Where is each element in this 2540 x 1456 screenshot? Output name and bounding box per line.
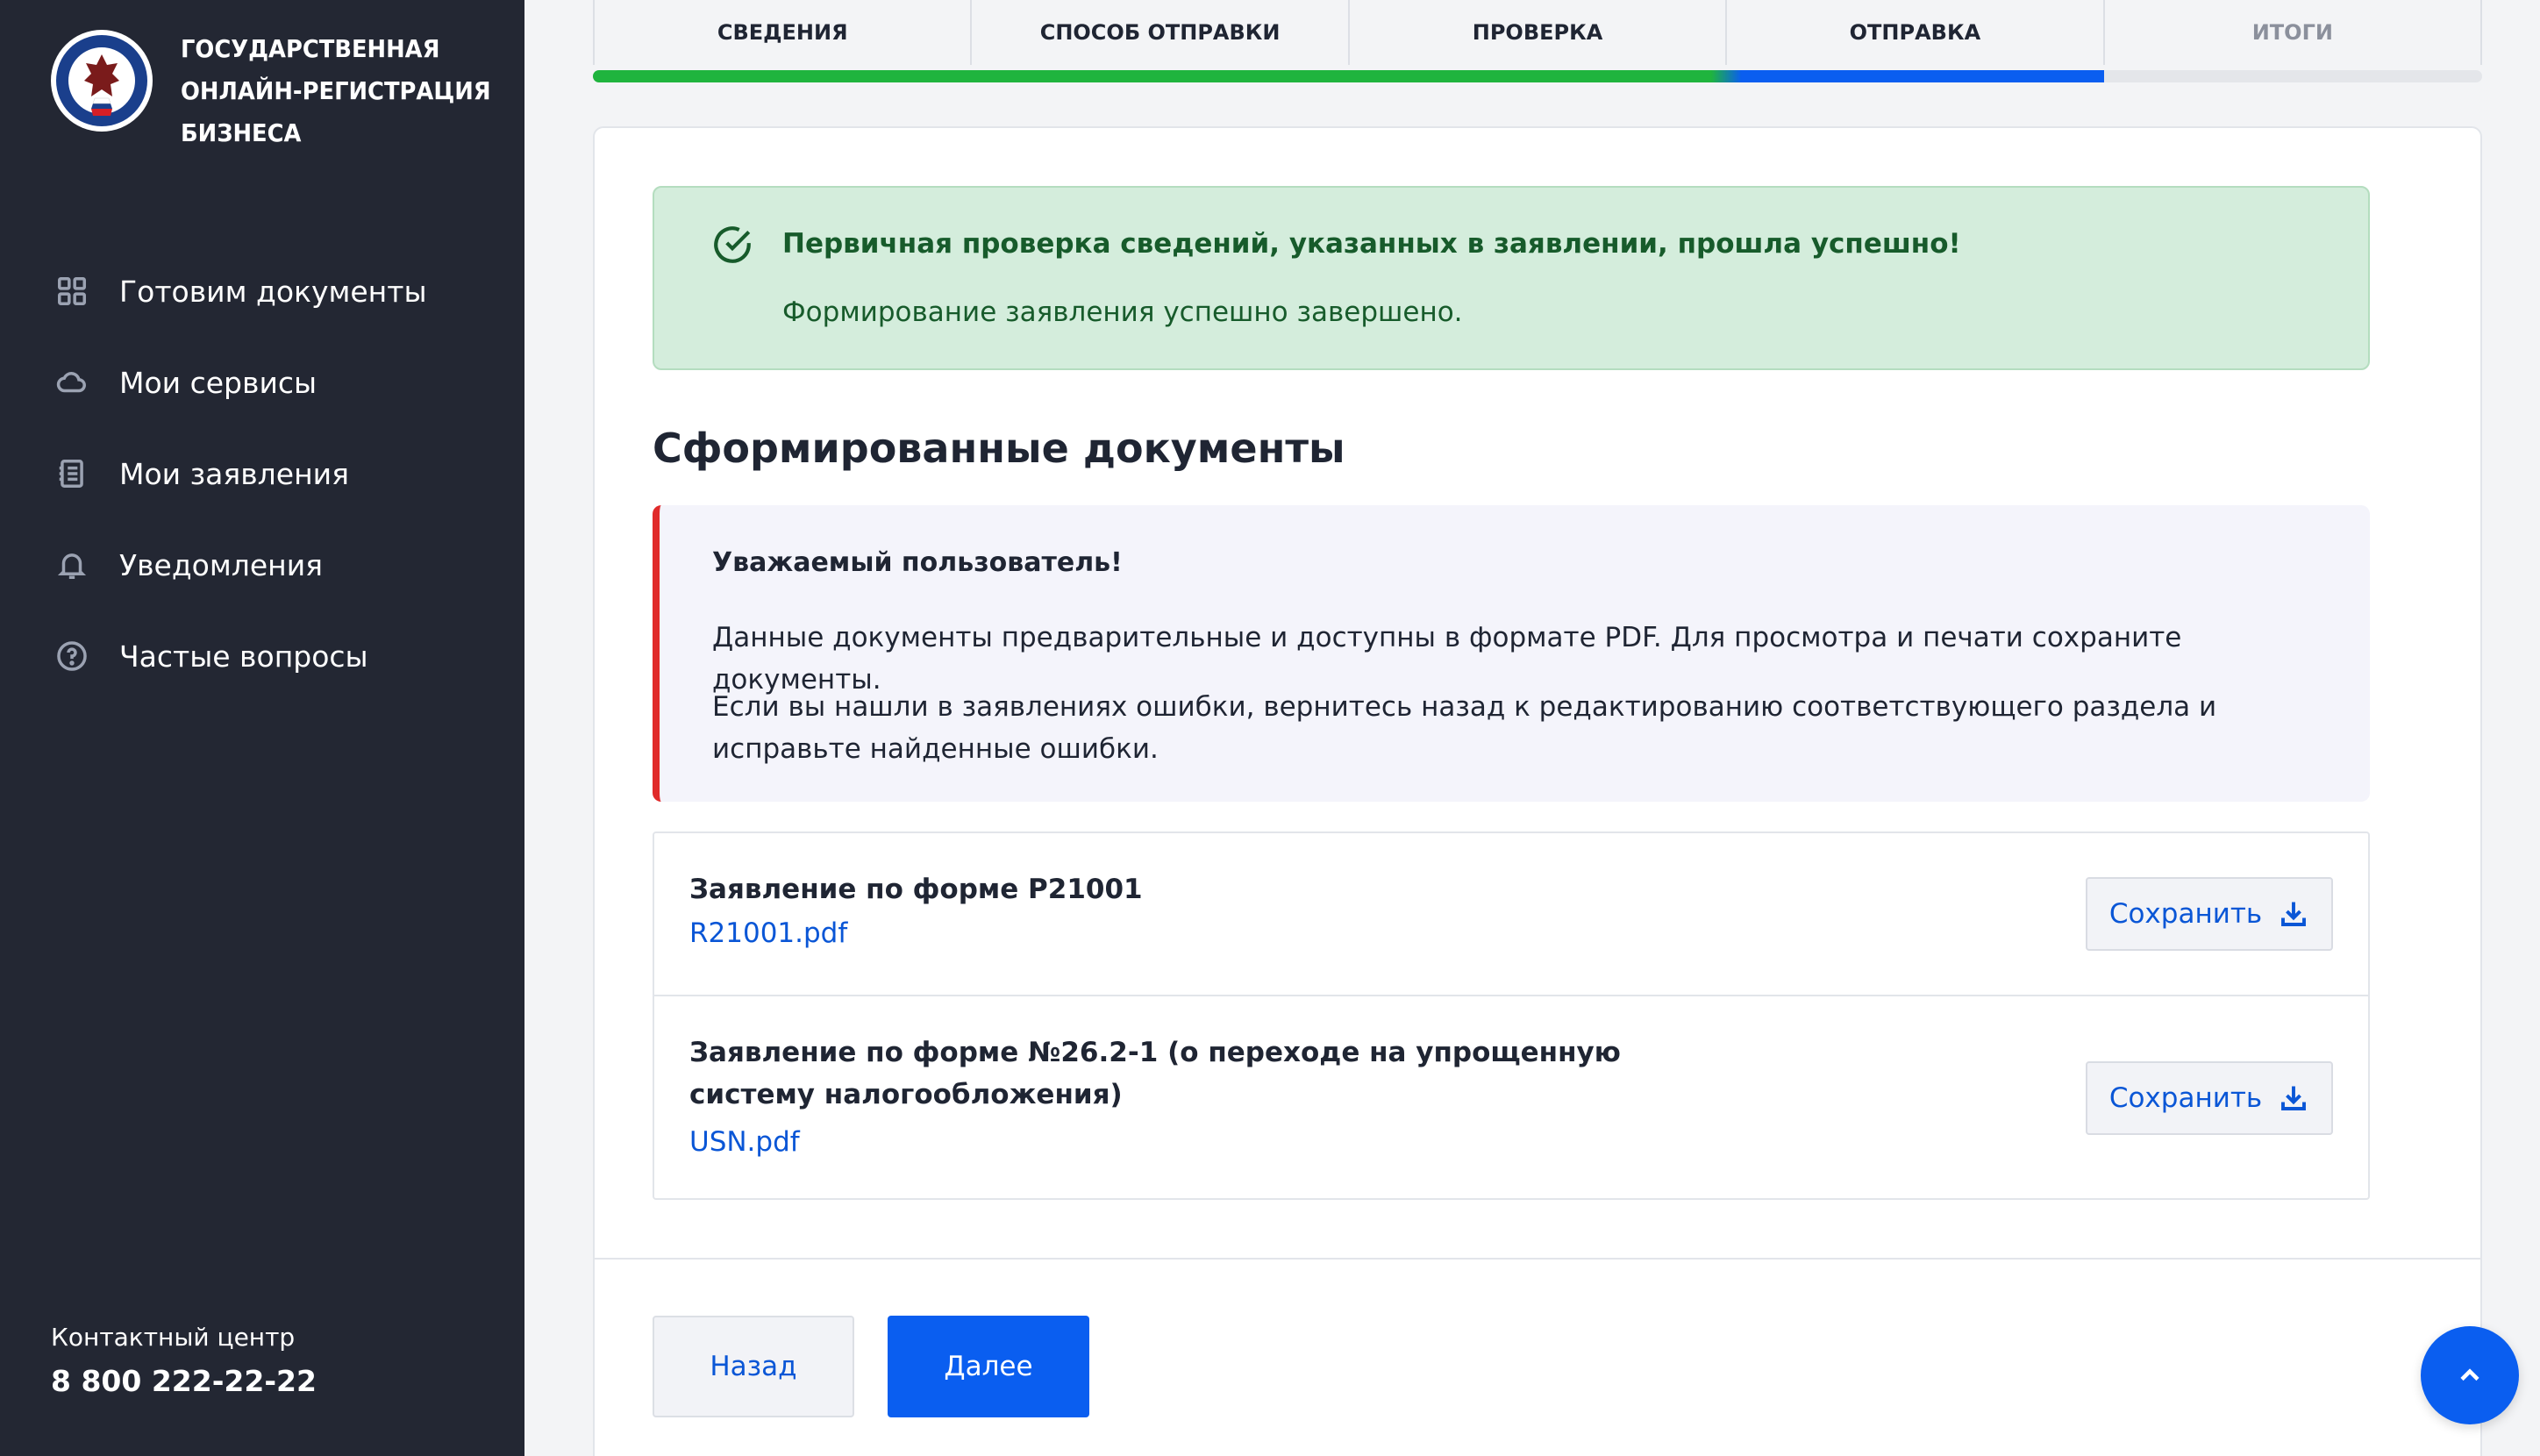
sidebar-item-label: Уведомления	[119, 547, 324, 582]
step-delivery-method[interactable]: СПОСОБ ОТПРАВКИ	[972, 0, 1350, 65]
notice-paragraph: Если вы нашли в заявлениях ошибки, верни…	[712, 691, 2217, 765]
progress-bar	[593, 70, 2482, 82]
step-info[interactable]: СВЕДЕНИЯ	[593, 0, 973, 65]
save-button[interactable]: Сохранить	[2086, 877, 2333, 951]
download-icon	[2278, 1082, 2309, 1114]
sidebar-item-my-services[interactable]: Мои сервисы	[0, 337, 524, 428]
step-check[interactable]: ПРОВЕРКА	[1350, 0, 1728, 65]
scroll-to-top-button[interactable]	[2421, 1326, 2519, 1424]
notice-heading: Уважаемый пользователь!	[712, 547, 1123, 578]
success-alert: Первичная проверка сведений, указанных в…	[653, 186, 2370, 370]
step-sending[interactable]: ОТПРАВКА	[1727, 0, 2105, 65]
sidebar-nav: Готовим документы Мои сервисы Мои заявле…	[0, 246, 524, 702]
question-icon	[54, 639, 89, 674]
fns-emblem-icon	[51, 30, 153, 132]
step-results: ИТОГИ	[2105, 0, 2483, 65]
document-list-icon	[54, 456, 89, 491]
divider	[595, 1258, 2480, 1260]
section-title: Сформированные документы	[653, 425, 1345, 472]
success-text: Формирование заявления успешно завершено…	[782, 296, 1463, 328]
brand-title-line: БИЗНЕСА	[181, 118, 302, 147]
success-title: Первичная проверка сведений, указанных в…	[782, 228, 1961, 260]
brand-title-line: ОНЛАЙН-РЕГИСТРАЦИЯ	[181, 76, 491, 105]
contact-center: Контактный центр 8 800 222-22-22	[51, 1323, 317, 1398]
contact-label: Контактный центр	[51, 1323, 296, 1352]
sidebar-item-label: Мои сервисы	[119, 365, 318, 400]
document-file-link[interactable]: R21001.pdf	[689, 917, 847, 949]
sidebar-item-label: Частые вопросы	[119, 639, 368, 674]
grid-icon	[54, 274, 89, 309]
document-title: Заявление по форме Р21001	[689, 874, 1143, 905]
bell-icon	[54, 547, 89, 582]
cloud-icon	[54, 365, 89, 400]
next-button[interactable]: Далее	[888, 1316, 1089, 1417]
save-button-label: Сохранить	[2108, 898, 2263, 930]
save-button-label: Сохранить	[2108, 1082, 2263, 1114]
back-button[interactable]: Назад	[653, 1316, 854, 1417]
brand-title: ГОСУДАРСТВЕННАЯ ОНЛАЙН-РЕГИСТРАЦИЯ БИЗНЕ…	[181, 28, 519, 154]
sidebar-item-my-applications[interactable]: Мои заявления	[0, 428, 524, 519]
main-card: Первичная проверка сведений, указанных в…	[593, 126, 2482, 1456]
documents-list: Заявление по форме Р21001 R21001.pdf Сох…	[653, 831, 2370, 1200]
sidebar-item-label: Мои заявления	[119, 456, 349, 491]
document-file-link[interactable]: USN.pdf	[689, 1126, 800, 1158]
progress-fill	[593, 70, 2105, 82]
sidebar-item-prepare-documents[interactable]: Готовим документы	[0, 246, 524, 337]
notice-box: Уважаемый пользователь! Данные документы…	[653, 505, 2370, 802]
brand-title-line: ГОСУДАРСТВЕННАЯ	[181, 34, 440, 63]
sidebar: ГОСУДАРСТВЕННАЯ ОНЛАЙН-РЕГИСТРАЦИЯ БИЗНЕ…	[0, 0, 524, 1456]
contact-phone[interactable]: 8 800 222-22-22	[51, 1364, 317, 1398]
sidebar-item-notifications[interactable]: Уведомления	[0, 519, 524, 610]
sidebar-item-label: Готовим документы	[119, 274, 427, 309]
brand[interactable]: ГОСУДАРСТВЕННАЯ ОНЛАЙН-РЕГИСТРАЦИЯ БИЗНЕ…	[49, 28, 549, 154]
download-icon	[2278, 898, 2309, 930]
save-button[interactable]: Сохранить	[2086, 1061, 2333, 1135]
document-row: Заявление по форме Р21001 R21001.pdf Сох…	[654, 833, 2368, 996]
document-title: Заявление по форме №26.2-1 (о переходе н…	[689, 1037, 1621, 1110]
chevron-up-icon	[2460, 1368, 2479, 1381]
sidebar-item-faq[interactable]: Частые вопросы	[0, 610, 524, 702]
check-circle-icon	[714, 226, 751, 263]
stepper: СВЕДЕНИЯ СПОСОБ ОТПРАВКИ ПРОВЕРКА ОТПРАВ…	[593, 0, 2483, 84]
document-row: Заявление по форме №26.2-1 (о переходе н…	[654, 996, 2368, 1198]
